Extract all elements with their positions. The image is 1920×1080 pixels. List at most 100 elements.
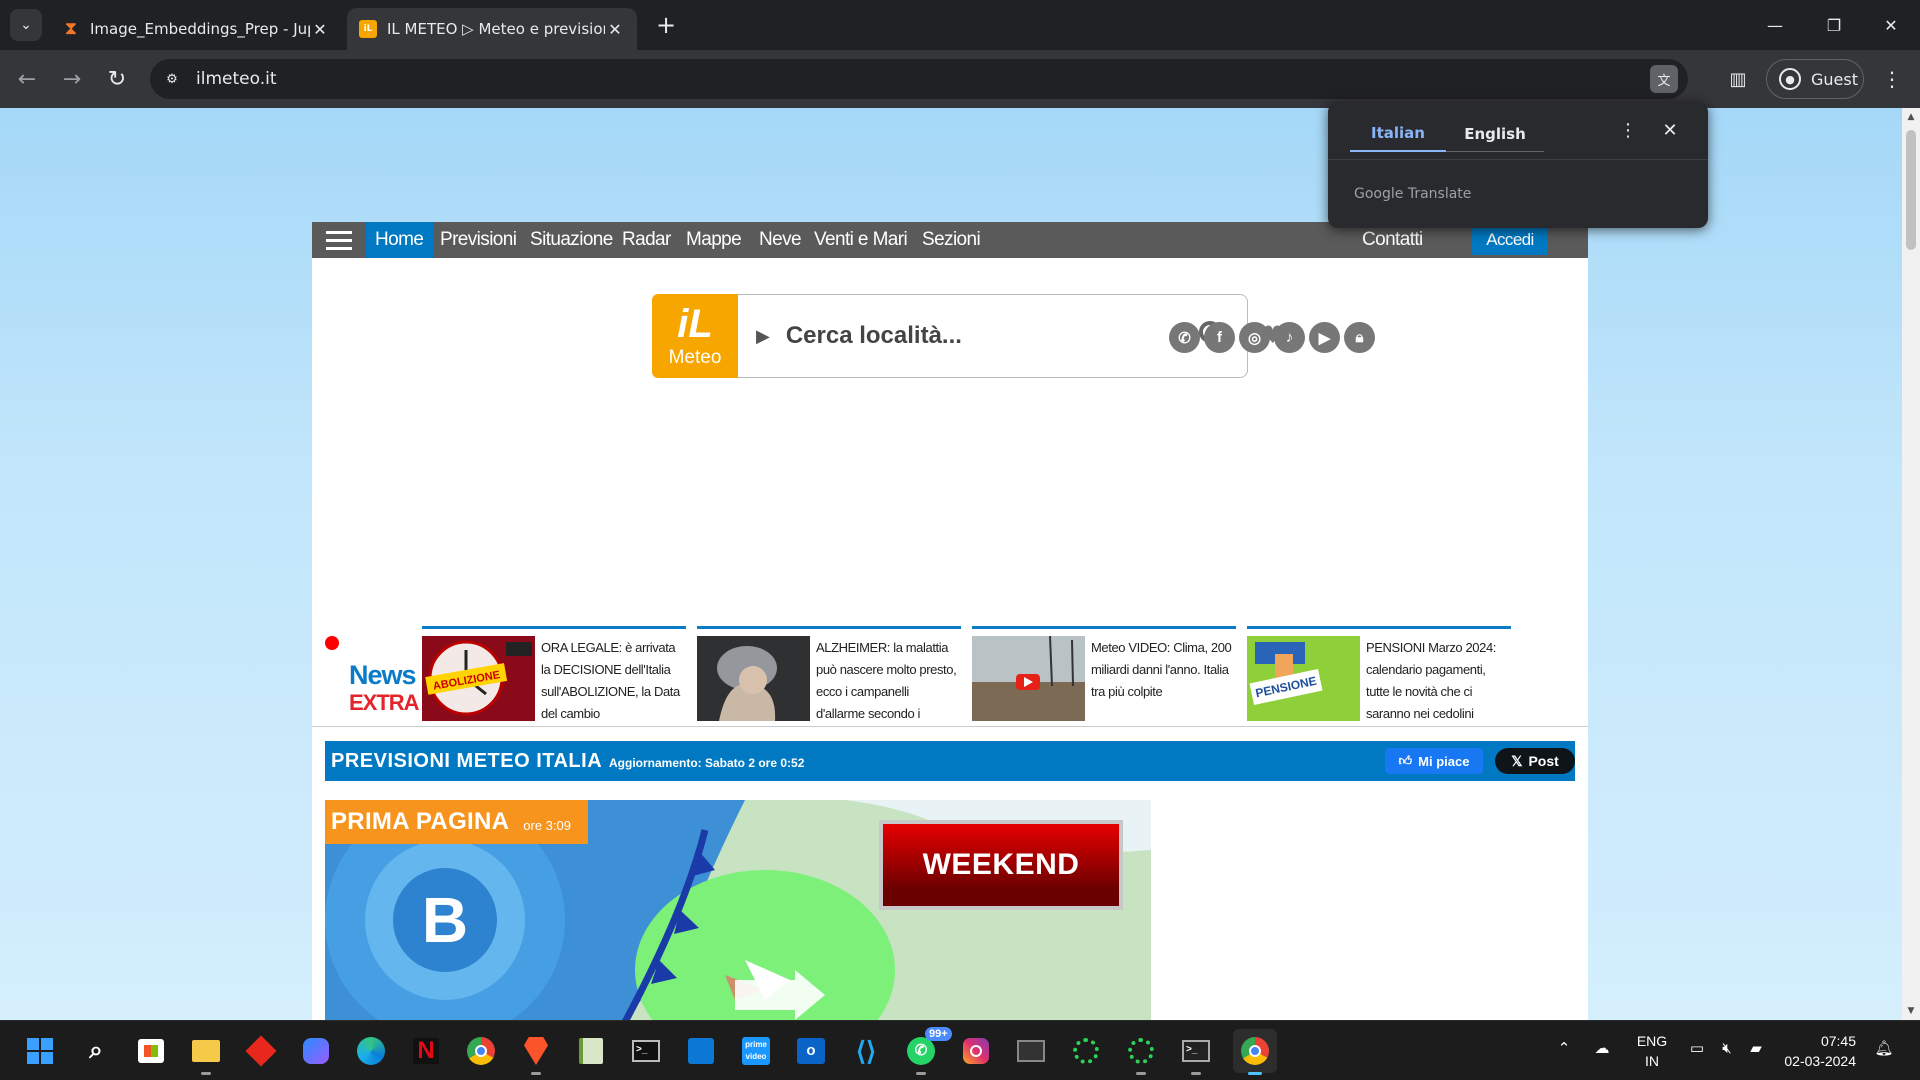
notepad-icon[interactable] xyxy=(573,1033,609,1069)
more-vert-icon[interactable]: ⋮ xyxy=(1616,120,1640,146)
search-icon[interactable]: ⌕ xyxy=(78,1033,114,1069)
translate-tab-source[interactable]: Italian xyxy=(1350,116,1446,152)
instagram-icon[interactable]: ◎ xyxy=(1239,322,1270,353)
spinner-icon[interactable] xyxy=(1068,1033,1104,1069)
volume-muted-icon[interactable]: 🔇︎ xyxy=(1716,1039,1738,1057)
app-window-icon[interactable] xyxy=(1013,1033,1049,1069)
nav-sezioni[interactable]: Sezioni xyxy=(912,222,990,258)
new-tab-button[interactable]: + xyxy=(652,12,680,40)
outlook-icon[interactable]: o xyxy=(793,1033,829,1069)
nav-neve[interactable]: Neve xyxy=(749,222,811,258)
news-text[interactable]: ORA LEGALE: è arrivata la DECISIONE dell… xyxy=(541,637,685,725)
vscode-icon[interactable]: ⟨⟩ xyxy=(848,1033,884,1069)
translate-tab-target[interactable]: English xyxy=(1446,116,1544,152)
tab-search-button[interactable]: ⌄ xyxy=(10,9,42,41)
facebook-like-button[interactable]: 👍︎ Mi piace xyxy=(1385,748,1483,774)
start-icon[interactable] xyxy=(22,1033,58,1069)
language-indicator[interactable]: ENG IN xyxy=(1632,1031,1672,1071)
tab-close-icon[interactable]: ✕ xyxy=(310,20,330,39)
news-card[interactable]: ABOLIZIONE ORA LEGALE: è arrivata la DEC… xyxy=(422,626,686,722)
nav-mappe[interactable]: Mappe xyxy=(676,222,751,258)
network-icon[interactable]: ▭ xyxy=(1686,1039,1708,1057)
youtube-icon[interactable]: ▶ xyxy=(1309,322,1340,353)
cmd-icon[interactable]: >_ xyxy=(1178,1033,1214,1075)
whatsapp-icon[interactable]: ✆ 99+ xyxy=(903,1027,952,1075)
tab-title: Image_Embeddings_Prep - Jupy xyxy=(90,20,310,38)
nav-previsioni[interactable]: Previsioni xyxy=(430,222,526,258)
close-icon[interactable]: ✕ xyxy=(1658,120,1682,146)
minimize-button[interactable]: — xyxy=(1752,8,1798,42)
prima-pagina-banner[interactable]: B PRIMA PAGINA ore 3:09 WEEKEND xyxy=(325,800,1151,1020)
tab-ilmeteo[interactable]: iL IL METEO ▷ Meteo e previsioni ✕ xyxy=(347,8,637,50)
terminal-icon[interactable]: >_ xyxy=(628,1033,664,1069)
side-panel-button[interactable]: ▥ xyxy=(1722,63,1754,95)
news-card[interactable]: Meteo VIDEO: Clima, 200 miliardi danni l… xyxy=(972,626,1236,722)
onedrive-cloud-icon[interactable]: ☁ xyxy=(1590,1039,1614,1057)
news-title: News xyxy=(349,660,417,690)
copilot-icon[interactable] xyxy=(298,1033,334,1069)
facebook-icon[interactable]: f xyxy=(1204,322,1235,353)
news-thumbnail[interactable] xyxy=(972,636,1085,721)
prime-video-icon[interactable]: prime video xyxy=(738,1033,774,1069)
prima-pagina-label: PRIMA PAGINA ore 3:09 xyxy=(325,800,588,844)
close-window-button[interactable]: ✕ xyxy=(1868,8,1914,42)
battery-icon[interactable]: ▰ xyxy=(1744,1039,1768,1057)
file-explorer-icon[interactable] xyxy=(188,1033,224,1075)
spinner-icon-2[interactable] xyxy=(1123,1033,1159,1075)
arrow-left-icon: ← xyxy=(17,66,37,92)
reload-button[interactable]: ↻ xyxy=(100,62,134,96)
translate-icon[interactable]: 文 xyxy=(1650,65,1678,93)
news-text[interactable]: ALZHEIMER: la malattia può nascere molto… xyxy=(816,637,960,725)
notification-bell-icon[interactable]: 🔔︎ xyxy=(1872,1039,1896,1057)
tiktok-icon[interactable]: ♪ xyxy=(1274,322,1305,353)
address-bar[interactable]: ⚙ ilmeteo.it 文 xyxy=(150,59,1688,99)
lock-icon[interactable]: 🔒︎ xyxy=(1344,322,1375,353)
news-card[interactable]: ALZHEIMER: la malattia può nascere molto… xyxy=(697,626,961,722)
ilmeteo-logo[interactable]: iL Meteo xyxy=(652,294,738,378)
news-thumbnail[interactable]: ABOLIZIONE xyxy=(422,636,535,721)
windows-app-icon[interactable] xyxy=(683,1033,719,1069)
edge-icon[interactable] xyxy=(353,1033,389,1069)
chevron-up-icon[interactable]: ⌃ xyxy=(1554,1039,1574,1057)
accedi-button[interactable]: Accedi xyxy=(1472,225,1548,255)
instagram-icon[interactable] xyxy=(958,1033,994,1069)
url-text[interactable]: ilmeteo.it xyxy=(196,69,276,89)
restore-button[interactable]: ❐ xyxy=(1811,8,1857,42)
weekend-banner[interactable]: WEEKEND xyxy=(879,820,1123,910)
nav-situazione[interactable]: Situazione xyxy=(520,222,623,258)
reload-icon: ↻ xyxy=(107,66,127,92)
news-text[interactable]: PENSIONI Marzo 2024: calendario pagament… xyxy=(1366,637,1510,725)
tab-close-icon[interactable]: ✕ xyxy=(605,20,625,39)
chrome-menu-button[interactable]: ⋮ xyxy=(1876,63,1908,95)
forward-button[interactable]: → xyxy=(55,62,89,96)
scrollbar-thumb[interactable] xyxy=(1906,130,1916,250)
x-post-button[interactable]: 𝕏 Post xyxy=(1495,748,1575,774)
store-icon[interactable] xyxy=(133,1033,169,1069)
app-red-icon[interactable] xyxy=(243,1033,279,1069)
tab-jupyter[interactable]: ⧗ Image_Embeddings_Prep - Jupy ✕ xyxy=(50,8,342,50)
brave-icon[interactable] xyxy=(518,1033,554,1075)
page-scrollbar[interactable]: ▲ ▼ xyxy=(1902,108,1920,1020)
windows-taskbar: ⌕ N >_ prime video o ⟨⟩ ✆ 99+ >_ ⌃ ☁ ENG … xyxy=(0,1020,1920,1080)
site-info-icon[interactable]: ⚙ xyxy=(158,65,186,93)
divider xyxy=(1328,159,1708,160)
running-indicator xyxy=(1136,1072,1146,1075)
nav-radar[interactable]: Radar xyxy=(612,222,681,258)
news-card[interactable]: PENSIONE PENSIONI Marzo 2024: calendario… xyxy=(1247,626,1511,722)
news-thumbnail[interactable]: PENSIONE xyxy=(1247,636,1360,721)
back-button[interactable]: ← xyxy=(10,62,44,96)
news-text[interactable]: Meteo VIDEO: Clima, 200 miliardi danni l… xyxy=(1091,637,1235,725)
nav-home[interactable]: Home xyxy=(365,222,434,258)
news-thumbnail[interactable] xyxy=(697,636,810,721)
scroll-down-icon[interactable]: ▼ xyxy=(1906,1006,1916,1016)
whatsapp-icon[interactable]: ✆ xyxy=(1169,322,1200,353)
location-search-input[interactable] xyxy=(785,322,1186,350)
profile-button[interactable]: ● Guest xyxy=(1766,59,1864,99)
system-clock[interactable]: 07:45 02-03-2024 xyxy=(1776,1031,1856,1071)
chrome-active-icon[interactable] xyxy=(1233,1029,1277,1075)
chrome-icon[interactable] xyxy=(463,1033,499,1069)
nav-venti-e-mari[interactable]: Venti e Mari xyxy=(804,222,917,258)
scroll-up-icon[interactable]: ▲ xyxy=(1906,112,1916,122)
hamburger-menu-icon[interactable] xyxy=(326,231,352,250)
netflix-icon[interactable]: N xyxy=(408,1033,444,1069)
